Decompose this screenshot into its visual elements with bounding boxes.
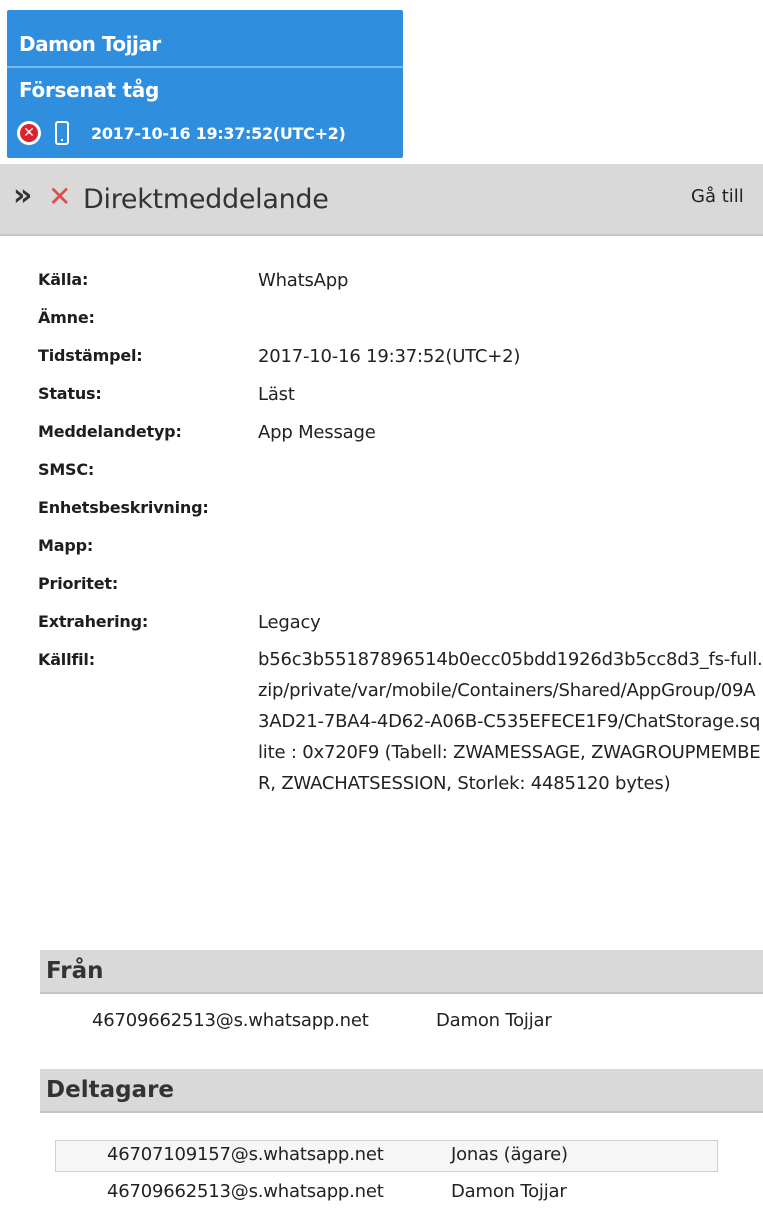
section-title: Deltagare [46,1077,175,1103]
field-label: Ämne: [38,308,95,327]
phone-icon [55,121,69,145]
details-fields: Källa: WhatsApp Ämne: Tidstämpel: 2017-1… [38,270,763,794]
message-bubble[interactable]: Damon Tojjar Försenat tåg ✕ 2017-10-16 1… [7,10,403,158]
field-label: Källfil: [38,650,95,669]
close-icon[interactable]: ✕ [48,180,71,213]
field-label: Status: [38,384,102,403]
participant-address: 46707109157@s.whatsapp.net [107,1144,384,1165]
field-label: Meddelandetyp: [38,422,182,441]
list-item[interactable]: 46709662513@s.whatsapp.net Damon Tojjar [107,1181,567,1202]
sender-address: 46709662513@s.whatsapp.net [92,1010,369,1031]
field-row-source-file: Källfil: b56c3b55187896514b0ecc05bdd1926… [38,649,763,794]
participant-address: 46709662513@s.whatsapp.net [107,1181,384,1202]
bubble-text: Försenat tåg [19,78,159,102]
bubble-divider [7,66,403,68]
field-value: Läst [258,384,295,405]
bubble-timestamp: 2017-10-16 19:37:52(UTC+2) [91,123,346,143]
field-label: Enhetsbeskrivning: [38,498,209,517]
field-value: Legacy [258,612,321,633]
field-label: Extrahering: [38,612,149,631]
field-value: 2017-10-16 19:37:52(UTC+2) [258,346,521,367]
expand-chevron-icon[interactable]: » [13,178,32,213]
field-label: Mapp: [38,536,94,555]
field-row-timestamp: Tidstämpel: 2017-10-16 19:37:52(UTC+2) [38,346,758,384]
field-value: App Message [258,422,376,443]
field-row-message-type: Meddelandetyp: App Message [38,422,758,460]
bubble-sender: Damon Tojjar [19,32,161,56]
message-details-page: Damon Tojjar Försenat tåg ✕ 2017-10-16 1… [0,0,763,1214]
field-label: Källa: [38,270,89,289]
section-from: Från [40,950,763,994]
section-participants: Deltagare [40,1069,763,1113]
field-row-source: Källa: WhatsApp [38,270,758,308]
list-item[interactable]: 46709662513@s.whatsapp.net Damon Tojjar [92,1010,552,1031]
field-row-device-description: Enhetsbeskrivning: [38,498,758,536]
field-row-status: Status: Läst [38,384,758,422]
field-row-smsc: SMSC: [38,460,758,498]
section-title: Från [46,958,104,984]
participant-name: Jonas (ägare) [451,1144,568,1165]
field-value: WhatsApp [258,270,349,291]
page-title: Direktmeddelande [83,184,329,215]
details-header: » ✕ Direktmeddelande Gå till [0,164,763,236]
field-label: Tidstämpel: [38,346,143,365]
field-row-folder: Mapp: [38,536,758,574]
field-row-subject: Ämne: [38,308,758,346]
bubble-meta: ✕ 2017-10-16 19:37:52(UTC+2) [17,121,346,145]
participant-name: Damon Tojjar [451,1181,567,1202]
field-row-priority: Prioritet: [38,574,758,612]
x-circle-icon: ✕ [17,121,41,145]
source-file-path[interactable]: b56c3b55187896514b0ecc05bdd1926d3b5cc8d3… [258,644,763,799]
field-label: SMSC: [38,460,95,479]
field-label: Prioritet: [38,574,119,593]
list-item[interactable]: 46707109157@s.whatsapp.net Jonas (ägare) [107,1144,568,1165]
sender-name: Damon Tojjar [436,1010,552,1031]
goto-link[interactable]: Gå till [691,186,744,207]
